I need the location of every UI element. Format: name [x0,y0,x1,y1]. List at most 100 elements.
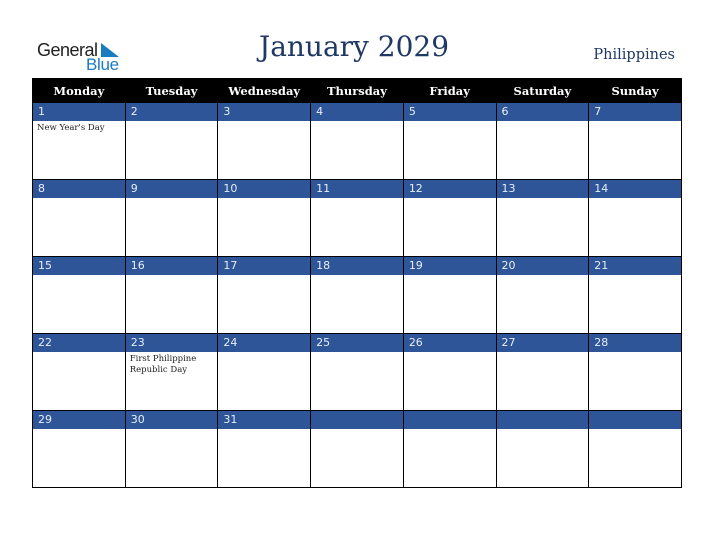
holiday-label [311,429,395,431]
holiday-label [33,198,117,200]
holiday-label [589,429,673,431]
day-cell[interactable]: 29 [32,410,126,488]
day-cell[interactable]: 4 [310,102,404,180]
week-row: 8 9 10 11 12 13 14 [32,179,682,257]
day-cell[interactable]: 13 [495,179,590,257]
day-cell[interactable] [402,410,497,488]
day-number: 23 [125,334,218,352]
day-cell[interactable]: 3 [217,102,312,180]
day-number: 21 [589,257,681,275]
holiday-label [404,429,488,431]
holiday-label [404,198,488,200]
calendar-body: 1 New Year's Day 2 3 4 5 6 7 8 9 10 11 12 13 14 15 16 17 1… [32,102,682,488]
day-cell[interactable]: 25 [310,333,404,411]
day-cell[interactable]: 8 [32,179,126,257]
day-cell[interactable]: 20 [495,256,590,334]
holiday-label [404,121,488,123]
day-cell[interactable]: 16 [124,256,219,334]
day-cell[interactable] [588,410,682,488]
day-cell[interactable] [310,410,404,488]
holiday-label [589,275,673,277]
weekday-header: Friday [402,78,497,103]
day-cell[interactable]: 1 New Year's Day [32,102,126,180]
holiday-label [497,121,581,123]
day-number: 8 [33,180,125,198]
holiday-label [218,352,302,354]
day-cell[interactable]: 19 [402,256,497,334]
holiday-label [126,275,210,277]
day-cell[interactable]: 31 [217,410,312,488]
holiday-label: New Year's Day [37,123,105,133]
day-cell[interactable]: 15 [32,256,126,334]
day-cell[interactable]: 30 [124,410,219,488]
holiday-label [497,429,581,431]
day-number: 11 [311,180,403,198]
day-cell[interactable]: 6 [495,102,590,180]
holiday-label [589,198,673,200]
holiday-label [311,352,395,354]
country-label: Philippines [593,47,675,63]
day-number: 15 [33,257,125,275]
day-cell[interactable]: 9 [124,179,219,257]
day-number: 9 [125,180,218,198]
day-cell[interactable]: 23 First Philippine Republic Day [124,333,219,411]
holiday-label [33,352,117,354]
day-number: 17 [218,257,311,275]
month-year: January 2029 [258,30,450,63]
day-cell[interactable]: 11 [310,179,404,257]
holiday-label: First Philippine Republic Day [129,354,197,375]
holiday-label [311,275,395,277]
week-row: 15 16 17 18 19 20 21 [32,256,682,334]
day-number: 12 [403,180,496,198]
day-cell[interactable]: 26 [402,333,497,411]
day-number: 14 [589,180,681,198]
day-cell[interactable]: 14 [588,179,682,257]
day-cell[interactable]: 24 [217,333,312,411]
day-number: 20 [496,257,589,275]
day-cell[interactable]: 21 [588,256,682,334]
week-row: 29 30 31 [32,410,682,488]
day-number: 29 [33,411,125,429]
day-number: 6 [496,103,589,121]
holiday-label [404,275,488,277]
holiday-label [218,121,302,123]
day-number: 3 [218,103,311,121]
day-number: 28 [589,334,681,352]
holiday-label [311,121,395,123]
day-cell[interactable]: 5 [402,102,497,180]
day-number: 19 [403,257,496,275]
weekday-header: Saturday [495,78,590,103]
holiday-label [589,121,673,123]
day-cell[interactable]: 22 [32,333,126,411]
day-number [403,411,496,429]
holiday-label [126,198,210,200]
day-number: 13 [496,180,589,198]
holiday-label [497,352,581,354]
holiday-label [218,429,302,431]
weekday-header: Monday [32,78,126,103]
day-cell[interactable]: 17 [217,256,312,334]
holiday-label [33,275,117,277]
day-cell[interactable] [495,410,590,488]
day-cell[interactable]: 27 [495,333,590,411]
holiday-label [497,275,581,277]
holiday-label [126,429,210,431]
day-cell[interactable]: 2 [124,102,219,180]
day-number [311,411,403,429]
weekday-header: Thursday [310,78,404,103]
day-cell[interactable]: 18 [310,256,404,334]
day-cell[interactable]: 7 [588,102,682,180]
day-number [589,411,681,429]
day-number: 27 [496,334,589,352]
holiday-label [33,429,117,431]
day-number: 24 [218,334,311,352]
day-cell[interactable]: 10 [217,179,312,257]
day-cell[interactable]: 12 [402,179,497,257]
day-number: 16 [125,257,218,275]
day-number: 25 [311,334,403,352]
day-cell[interactable]: 28 [588,333,682,411]
weekday-header: Tuesday [124,78,219,103]
day-number: 2 [125,103,218,121]
week-row: 1 New Year's Day 2 3 4 5 6 7 [32,102,682,180]
day-number: 1 [33,103,125,121]
